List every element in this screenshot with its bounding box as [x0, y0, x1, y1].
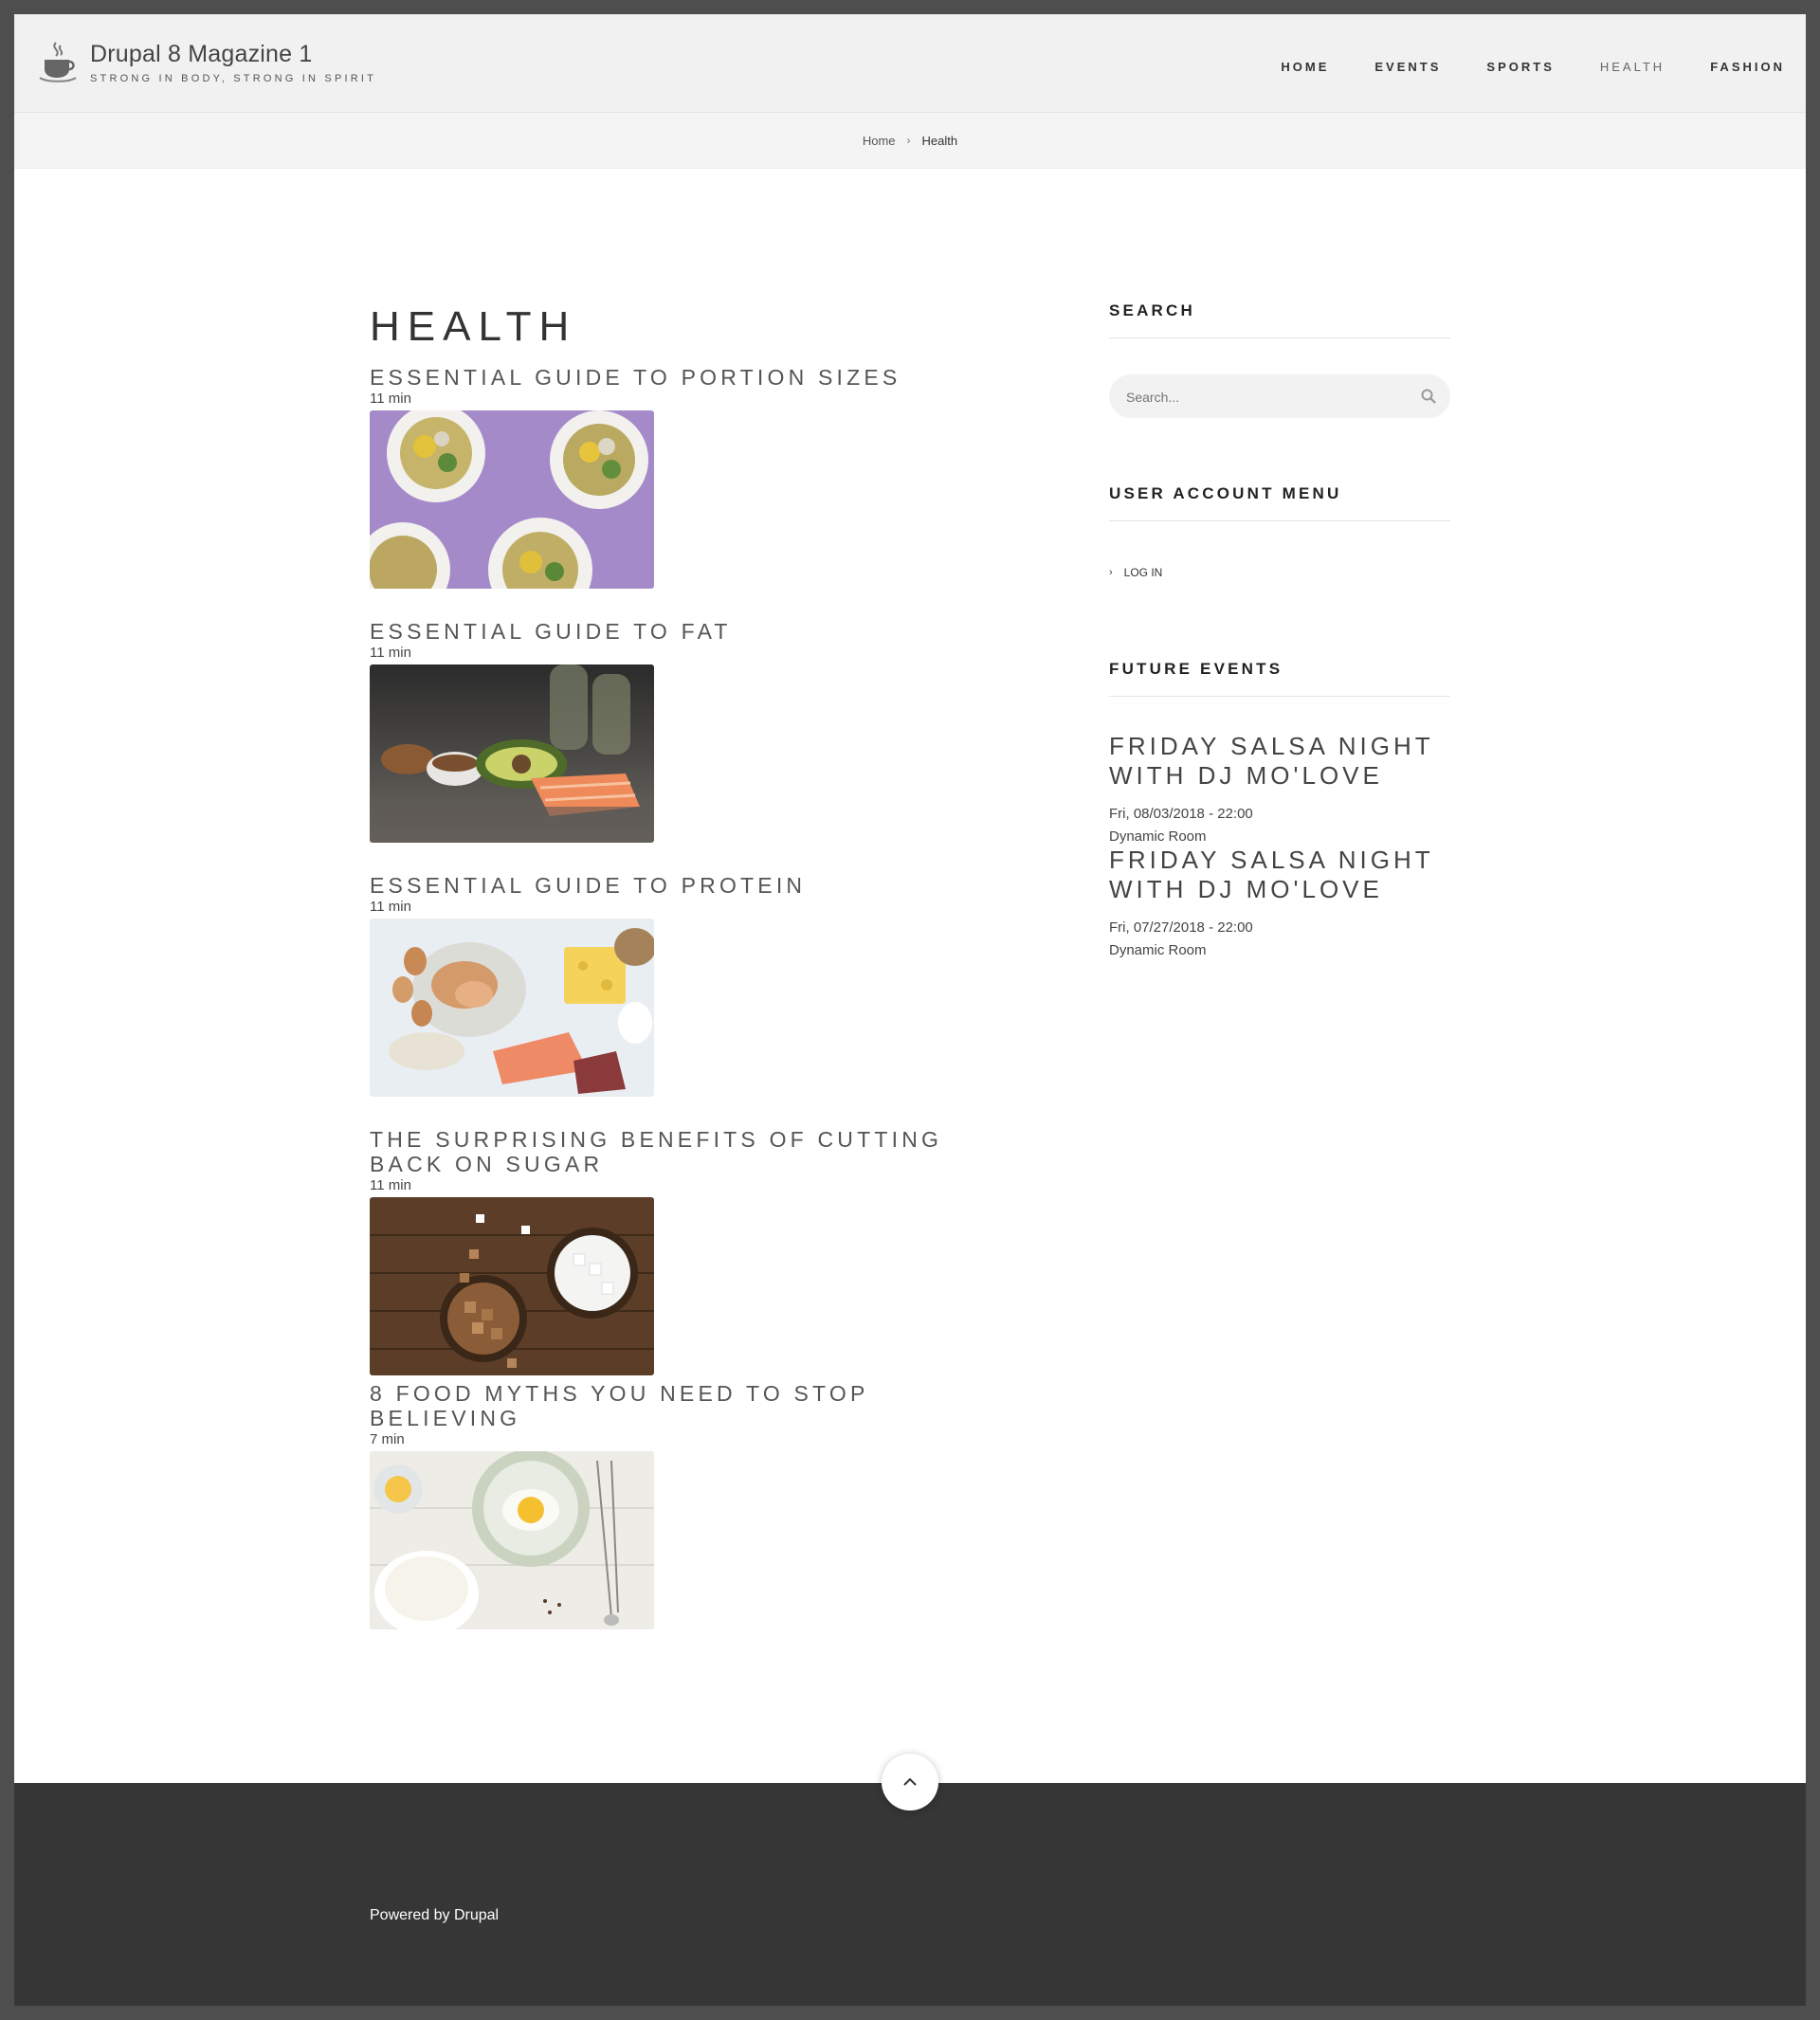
future-events-block: FUTURE EVENTS: [1109, 660, 1450, 697]
article-title[interactable]: ESSENTIAL GUIDE TO PROTEIN: [370, 873, 976, 898]
breadcrumb-home[interactable]: Home: [863, 134, 896, 148]
nav-sports[interactable]: SPORTS: [1486, 52, 1554, 82]
article-title[interactable]: ESSENTIAL GUIDE TO FAT: [370, 619, 976, 644]
article-read-time: 11 min: [370, 899, 411, 915]
event-date: Fri, 08/03/2018 - 22:00: [1109, 806, 1253, 822]
search-icon[interactable]: [1420, 388, 1437, 405]
article-item: 8 FOOD MYTHS YOU NEED TO STOP BELIEVING …: [370, 1381, 976, 1629]
breadcrumb-current: Health: [921, 133, 958, 148]
search-block-title: SEARCH: [1109, 301, 1450, 338]
article-read-time: 11 min: [370, 645, 411, 661]
article-item: ESSENTIAL GUIDE TO PROTEIN 11 min: [370, 873, 976, 1097]
article-image[interactable]: [370, 1197, 654, 1375]
user-account-menu: USER ACCOUNT MENU: [1109, 484, 1450, 521]
article-image[interactable]: [370, 664, 654, 843]
article-read-time: 11 min: [370, 1177, 411, 1193]
article-title[interactable]: THE SURPRISING BENEFITS OF CUTTING BACK …: [370, 1127, 976, 1176]
future-events-title: FUTURE EVENTS: [1109, 660, 1450, 697]
search-input[interactable]: [1124, 374, 1412, 420]
powered-by-link[interactable]: Powered by Drupal: [370, 1907, 499, 1924]
event-title[interactable]: FRIDAY SALSA NIGHT WITH DJ MO'LOVE: [1109, 732, 1450, 791]
event-title[interactable]: FRIDAY SALSA NIGHT WITH DJ MO'LOVE: [1109, 846, 1450, 904]
article-item: ESSENTIAL GUIDE TO PORTION SIZES 11 min: [370, 365, 976, 589]
article-item: ESSENTIAL GUIDE TO FAT 11 min: [370, 619, 976, 843]
event-location: Dynamic Room: [1109, 942, 1207, 958]
page-title: HEALTH: [370, 303, 577, 350]
nav-health[interactable]: HEALTH: [1600, 52, 1665, 82]
login-link[interactable]: › LOG IN: [1109, 566, 1162, 579]
chevron-up-icon: [903, 1777, 917, 1786]
breadcrumb: Home › Health: [14, 113, 1806, 169]
page-frame: Drupal 8 Magazine 1 STRONG IN BODY, STRO…: [14, 14, 1806, 2006]
article-title[interactable]: ESSENTIAL GUIDE TO PORTION SIZES: [370, 365, 976, 390]
article-title[interactable]: 8 FOOD MYTHS YOU NEED TO STOP BELIEVING: [370, 1381, 976, 1430]
nav-fashion[interactable]: FASHION: [1710, 52, 1785, 82]
article-read-time: 11 min: [370, 391, 411, 407]
login-label[interactable]: LOG IN: [1124, 566, 1163, 579]
coffee-cup-icon[interactable]: [39, 41, 77, 82]
main-nav: HOME EVENTS SPORTS HEALTH FASHION: [1235, 52, 1785, 82]
breadcrumb-separator: ›: [906, 134, 911, 147]
site-name[interactable]: Drupal 8 Magazine 1: [90, 41, 313, 68]
chevron-right-icon: ›: [1109, 567, 1113, 578]
user-account-menu-title: USER ACCOUNT MENU: [1109, 484, 1450, 521]
site-header: Drupal 8 Magazine 1 STRONG IN BODY, STRO…: [14, 14, 1806, 113]
search-block: SEARCH: [1109, 301, 1450, 338]
article-item: THE SURPRISING BENEFITS OF CUTTING BACK …: [370, 1127, 976, 1375]
event-item: FRIDAY SALSA NIGHT WITH DJ MO'LOVE Fri, …: [1109, 732, 1450, 848]
site-footer: Powered by Drupal: [14, 1783, 1806, 2006]
article-image[interactable]: [370, 919, 654, 1097]
event-date: Fri, 07/27/2018 - 22:00: [1109, 919, 1253, 936]
article-read-time: 7 min: [370, 1431, 405, 1447]
event-item: FRIDAY SALSA NIGHT WITH DJ MO'LOVE Fri, …: [1109, 846, 1450, 962]
nav-home[interactable]: HOME: [1281, 52, 1329, 82]
site-slogan: STRONG IN BODY, STRONG IN SPIRIT: [90, 73, 377, 84]
search-form: [1109, 374, 1450, 420]
nav-events[interactable]: EVENTS: [1374, 52, 1441, 82]
article-image[interactable]: [370, 1451, 654, 1629]
back-to-top-button[interactable]: [882, 1754, 938, 1811]
article-image[interactable]: [370, 410, 654, 589]
